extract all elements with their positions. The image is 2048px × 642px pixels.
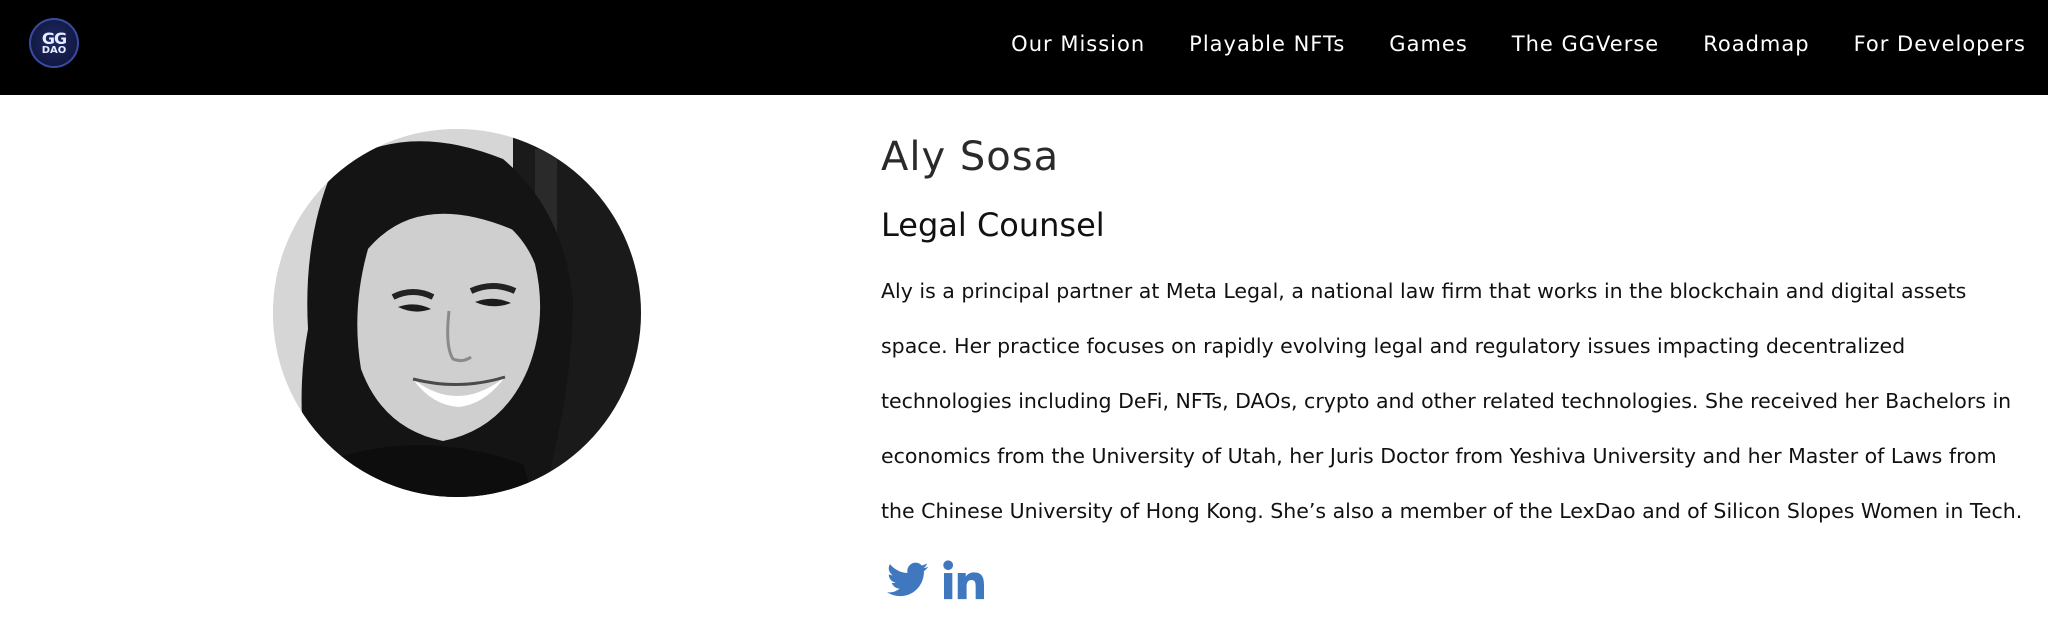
main-nav: Our Mission Playable NFTs Games The GGVe… — [1011, 29, 2026, 59]
social-links — [887, 560, 985, 600]
profile-role: Legal Counsel — [881, 206, 1105, 244]
nav-for-developers[interactable]: For Developers — [1854, 29, 2026, 59]
ggdao-logo[interactable]: GG DAO — [29, 18, 79, 68]
top-navigation-bar: GG DAO Our Mission Playable NFTs Games T… — [0, 0, 2048, 95]
profile-bio: Aly is a principal partner at Meta Legal… — [881, 279, 2023, 523]
twitter-link[interactable] — [887, 562, 929, 598]
logo-text-top: GG — [41, 28, 67, 48]
linkedin-icon — [943, 560, 984, 600]
linkedin-link[interactable] — [943, 560, 985, 600]
nav-the-ggverse[interactable]: The GGVerse — [1512, 29, 1659, 59]
profile-photo-illustration — [273, 129, 641, 497]
nav-games[interactable]: Games — [1389, 29, 1467, 59]
profile-name: Aly Sosa — [881, 134, 1060, 180]
nav-our-mission[interactable]: Our Mission — [1011, 29, 1145, 59]
nav-playable-nfts[interactable]: Playable NFTs — [1189, 29, 1345, 59]
logo-text-bottom: DAO — [41, 44, 67, 56]
twitter-icon — [887, 562, 929, 597]
nav-roadmap[interactable]: Roadmap — [1703, 29, 1809, 59]
profile-photo — [273, 129, 641, 497]
